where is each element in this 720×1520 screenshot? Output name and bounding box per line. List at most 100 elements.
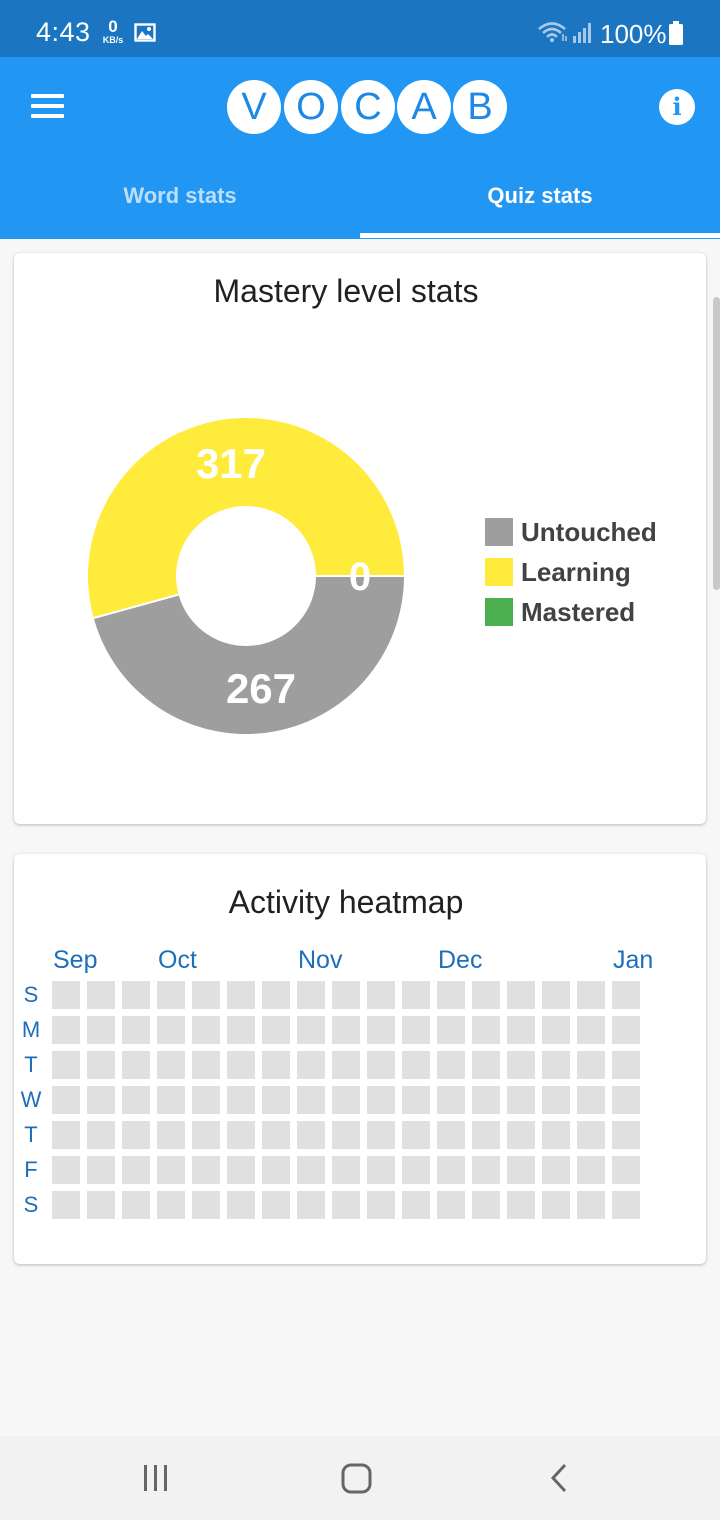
net-speed-value: 0 <box>108 17 118 36</box>
heatmap-cell <box>122 1156 150 1184</box>
heatmap-cell <box>52 981 80 1009</box>
net-speed-unit: KB/s <box>102 35 124 45</box>
back-icon[interactable] <box>545 1456 573 1505</box>
heatmap-cell <box>612 1156 640 1184</box>
heatmap-cell <box>227 1191 255 1219</box>
heatmap-cell <box>227 1086 255 1114</box>
heatmap-cell <box>52 1156 80 1184</box>
tab-quiz-stats[interactable]: Quiz stats <box>360 158 720 238</box>
heatmap-cell <box>52 1051 80 1079</box>
heatmap-cell <box>297 1016 325 1044</box>
heatmap-cell <box>472 1086 500 1114</box>
heatmap-cell <box>192 1051 220 1079</box>
logo-letter: V <box>227 80 281 134</box>
heatmap-day: W <box>20 1087 42 1112</box>
home-icon[interactable] <box>340 1456 374 1505</box>
heatmap-month: Sep <box>53 946 98 974</box>
heatmap-cell <box>437 981 465 1009</box>
heatmap-month: Nov <box>298 946 343 974</box>
battery-icon <box>668 21 684 50</box>
system-nav-bar <box>0 1436 720 1520</box>
heatmap-cell <box>507 1086 535 1114</box>
heatmap-cell <box>577 1191 605 1219</box>
heatmap-cell <box>192 1156 220 1184</box>
heatmap-cell <box>297 1086 325 1114</box>
heatmap-cell <box>507 1051 535 1079</box>
heatmap-cell <box>332 1191 360 1219</box>
hamburger-menu-icon[interactable] <box>31 94 67 120</box>
heatmap-cell <box>472 1016 500 1044</box>
heatmap-day: M <box>21 1017 41 1042</box>
heatmap-cell <box>367 1016 395 1044</box>
image-icon <box>134 23 156 47</box>
mastery-title: Mastery level stats <box>213 273 479 309</box>
scrollbar[interactable] <box>713 297 720 590</box>
heatmap-cell <box>332 1051 360 1079</box>
heatmap-cell <box>227 1121 255 1149</box>
tab-word-stats[interactable]: Word stats <box>0 158 360 238</box>
heatmap-title: Activity heatmap <box>228 884 464 920</box>
heatmap-cell <box>367 1121 395 1149</box>
signal-icon <box>572 22 594 49</box>
heatmap-cell <box>402 1191 430 1219</box>
heatmap-cell <box>612 1016 640 1044</box>
heatmap-cell <box>542 1156 570 1184</box>
heatmap-cell <box>297 1156 325 1184</box>
heatmap-cell <box>122 1051 150 1079</box>
logo-letter: A <box>397 80 451 134</box>
heatmap-cell <box>122 1121 150 1149</box>
heatmap-day: F <box>24 1157 38 1182</box>
heatmap-cell <box>52 1086 80 1114</box>
legend-swatch <box>485 518 513 546</box>
heatmap-month: Oct <box>158 946 197 974</box>
heatmap-cell <box>472 1156 500 1184</box>
heatmap-cell <box>612 1051 640 1079</box>
heatmap-cell <box>542 1121 570 1149</box>
heatmap-cell <box>297 981 325 1009</box>
heatmap-cell <box>332 1156 360 1184</box>
heatmap-cell <box>262 1156 290 1184</box>
heatmap-cell <box>52 1121 80 1149</box>
heatmap-cell <box>87 1191 115 1219</box>
recent-apps-icon[interactable] <box>140 1456 172 1505</box>
heatmap-cell <box>472 981 500 1009</box>
heatmap-cell <box>52 1016 80 1044</box>
heatmap-cell <box>157 1156 185 1184</box>
heatmap-day: S <box>23 1192 39 1217</box>
heatmap-cell <box>472 1121 500 1149</box>
heatmap-cell <box>612 1191 640 1219</box>
heatmap-cell <box>507 1016 535 1044</box>
heatmap-month: Dec <box>438 946 483 974</box>
heatmap-cell <box>262 1086 290 1114</box>
heatmap-cell <box>122 1016 150 1044</box>
heatmap-cell <box>192 1086 220 1114</box>
info-icon[interactable]: i <box>659 89 695 125</box>
heatmap-cell <box>157 1086 185 1114</box>
heatmap-cell <box>332 1086 360 1114</box>
heatmap-cell <box>437 1016 465 1044</box>
heatmap-cell <box>612 981 640 1009</box>
heatmap-cell <box>157 1051 185 1079</box>
legend-swatch <box>485 598 513 626</box>
heatmap-cell <box>87 1016 115 1044</box>
heatmap-day: S <box>23 982 39 1007</box>
heatmap-cell <box>227 1016 255 1044</box>
heatmap-cell <box>402 1051 430 1079</box>
legend-label: Untouched <box>521 517 657 547</box>
heatmap-day: T <box>24 1122 38 1147</box>
heatmap-cell <box>157 981 185 1009</box>
heatmap-cell <box>437 1191 465 1219</box>
net-speed: 0 KB/s <box>100 18 126 45</box>
heatmap-cell <box>227 981 255 1009</box>
heatmap-cell <box>472 1051 500 1079</box>
heatmap-cell <box>122 1086 150 1114</box>
status-bar: 4:43 0 KB/s 100% <box>0 0 720 57</box>
logo-letter: B <box>453 80 507 134</box>
heatmap-cell <box>402 1121 430 1149</box>
heatmap-cell <box>297 1121 325 1149</box>
heatmap-cell <box>542 1191 570 1219</box>
heatmap-cell <box>472 1191 500 1219</box>
heatmap-cell <box>157 1016 185 1044</box>
heatmap-cell <box>332 1121 360 1149</box>
heatmap-cell <box>262 981 290 1009</box>
